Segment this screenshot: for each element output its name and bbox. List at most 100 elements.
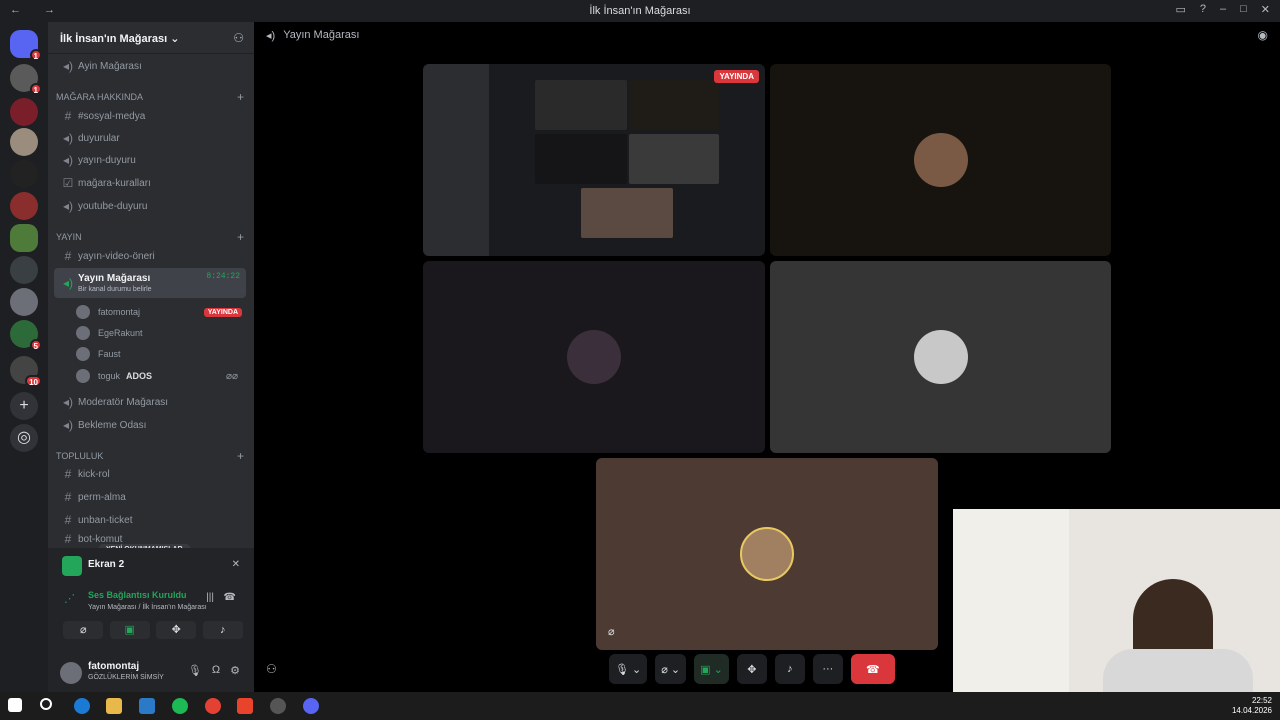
voice-actions: ⌀ ▣ ✥ ♪	[60, 620, 246, 640]
gear-icon[interactable]: ⚙	[230, 664, 240, 677]
speaker-icon: ◂)	[62, 395, 74, 409]
channel-voice[interactable]: ◂) Moderatör Mağarası	[54, 392, 246, 412]
close-button[interactable]: ✕	[1261, 3, 1270, 16]
mic-icon[interactable]: 🎙 ⌄	[609, 654, 648, 684]
camera-off-icon[interactable]: ⌀	[63, 621, 104, 639]
channel-voice-active[interactable]: ◂) Yayın Mağarası 8:24:22 Bir kanal duru…	[54, 268, 246, 298]
channel-text[interactable]: ☑ mağara-kuralları	[54, 173, 246, 193]
obs-icon[interactable]	[270, 698, 286, 714]
channel-text[interactable]: # #sosyal-medya	[54, 106, 246, 126]
chrome-icon[interactable]	[205, 698, 221, 714]
stage-header: ◂) Yayın Mağarası	[266, 29, 359, 42]
inbox-icon[interactable]: ▭	[1175, 3, 1185, 16]
explorer-icon[interactable]	[106, 698, 122, 714]
avatar[interactable]	[60, 662, 82, 684]
participant-tile[interactable]	[770, 261, 1111, 453]
category-header[interactable]: MAĞARA HAKKINDA +	[56, 90, 246, 104]
mic-icon[interactable]: 🎙	[188, 664, 202, 677]
category-header[interactable]: TOPLULUK +	[56, 449, 246, 463]
activity-icon[interactable]: ✥	[156, 621, 197, 639]
discover-icon[interactable]: ◎	[10, 424, 38, 452]
channel-voice[interactable]: ◂) Bekleme Odası	[54, 415, 246, 435]
voice-member[interactable]: fatomontaj YAYINDA	[76, 302, 246, 322]
channel-text[interactable]: ◂) duyurular	[54, 128, 246, 148]
server-icon[interactable]	[10, 160, 38, 188]
store-icon[interactable]	[139, 698, 155, 714]
voice-status[interactable]: Bir kanal durumu belirle	[78, 286, 152, 293]
add-channel-icon[interactable]: +	[237, 230, 244, 244]
guild-header[interactable]: İlk İnsan'ın Mağarası ⌄ ⚇	[48, 22, 254, 54]
server-icon[interactable]	[10, 128, 38, 156]
discord-home-icon[interactable]: 1	[10, 30, 42, 61]
avatar	[567, 330, 621, 384]
system-clock[interactable]: 22:52 14.04.2026	[1232, 696, 1272, 716]
noise-icon[interactable]: |||	[206, 592, 214, 603]
headphone-icon[interactable]: Ω	[212, 664, 220, 677]
stream-tile[interactable]: YAYINDA	[423, 64, 765, 256]
server-icon[interactable]: 5	[10, 320, 42, 351]
more-icon[interactable]: ···	[812, 654, 843, 684]
channel-text[interactable]: ◂) yayın-duyuru	[54, 150, 246, 170]
voice-connection-channel[interactable]: Yayın Mağarası / İlk İnsan'ın Mağarası	[88, 604, 207, 611]
add-channel-icon[interactable]: +	[237, 449, 244, 463]
channel-text[interactable]: # yayın-video-öneri	[54, 246, 246, 266]
invite-icon[interactable]: ⚇	[266, 662, 277, 676]
unread-badge: 10	[25, 375, 42, 387]
chat-icon[interactable]: ◉	[1258, 28, 1268, 42]
voice-member[interactable]: Faust	[76, 344, 246, 364]
server-icon[interactable]	[10, 256, 38, 284]
channel-text[interactable]: # perm-alma	[54, 487, 246, 507]
window-title: İlk İnsan'ın Mağarası	[589, 5, 691, 17]
spotify-icon[interactable]	[172, 698, 188, 714]
screen-share-icon[interactable]: ▣	[109, 621, 150, 639]
search-icon[interactable]	[40, 698, 52, 710]
participant-tile[interactable]	[770, 64, 1111, 256]
voice-member[interactable]: toguk ADOS ⌀⌀	[76, 366, 246, 386]
category-header[interactable]: YAYIN +	[56, 230, 246, 244]
avatar	[76, 369, 90, 383]
channel-text[interactable]: ◂) youtube-duyuru	[54, 196, 246, 216]
start-icon[interactable]	[8, 698, 22, 712]
soundboard-icon[interactable]: ♪	[202, 621, 243, 639]
unread-badge: 1	[29, 49, 42, 61]
channel-text[interactable]: # unban-ticket	[54, 510, 246, 530]
webcam-overlay	[953, 509, 1280, 692]
avatar	[913, 133, 968, 187]
activity-icon[interactable]: ✥	[736, 654, 767, 684]
screen-share-panel: Ekran 2 ✕ ⋰ Ses Bağlantısı Kuruldu Yayın…	[48, 548, 254, 692]
add-channel-icon[interactable]: +	[237, 90, 244, 104]
add-server-icon[interactable]: +	[10, 392, 38, 420]
camera-off-icon[interactable]: ⌀ ⌄	[655, 654, 687, 684]
channel-text[interactable]: # kick-rol	[54, 464, 246, 484]
discord-window: ← → İlk İnsan'ın Mağarası ▭ ? – □ ✕ 1 1 …	[0, 0, 1280, 720]
hash-icon: #	[64, 249, 72, 263]
server-icon[interactable]	[10, 98, 38, 126]
muted-camera-icon: ⌀	[608, 626, 615, 638]
server-list: 1 1 5 10 + ◎	[0, 22, 48, 692]
add-member-icon[interactable]: ⚇	[233, 31, 244, 45]
screen-share-icon[interactable]: ▣ ⌄	[694, 654, 729, 684]
call-controls: 🎙 ⌄ ⌀ ⌄ ▣ ⌄ ✥ ♪ ··· ☎	[609, 652, 929, 686]
avatar	[913, 330, 968, 384]
disconnect-icon[interactable]: ☎	[224, 592, 236, 603]
server-icon[interactable]	[10, 288, 38, 316]
channel-voice[interactable]: ◂) Ayin Mağarası	[54, 56, 246, 76]
edge-icon[interactable]	[74, 698, 90, 714]
maximize-button[interactable]: □	[1240, 3, 1247, 16]
voice-member[interactable]: EgeRakunt	[76, 323, 246, 343]
soundboard-icon[interactable]: ♪	[774, 654, 805, 684]
server-icon[interactable]: 10	[10, 356, 42, 387]
minimize-button[interactable]: –	[1220, 3, 1226, 16]
brave-icon[interactable]	[237, 698, 253, 714]
stop-share-icon[interactable]: ✕	[232, 559, 240, 570]
help-icon[interactable]: ?	[1200, 3, 1206, 16]
server-icon[interactable]: 1	[10, 64, 42, 95]
signal-icon: ⋰	[64, 593, 75, 605]
server-icon[interactable]	[10, 224, 38, 252]
end-call-icon[interactable]: ☎	[850, 654, 895, 684]
server-icon[interactable]	[10, 192, 38, 220]
voice-connection-status[interactable]: Ses Bağlantısı Kuruldu	[88, 590, 187, 600]
discord-icon[interactable]	[303, 698, 319, 714]
participant-tile[interactable]	[423, 261, 765, 453]
participant-tile[interactable]: ⌀	[596, 458, 938, 650]
